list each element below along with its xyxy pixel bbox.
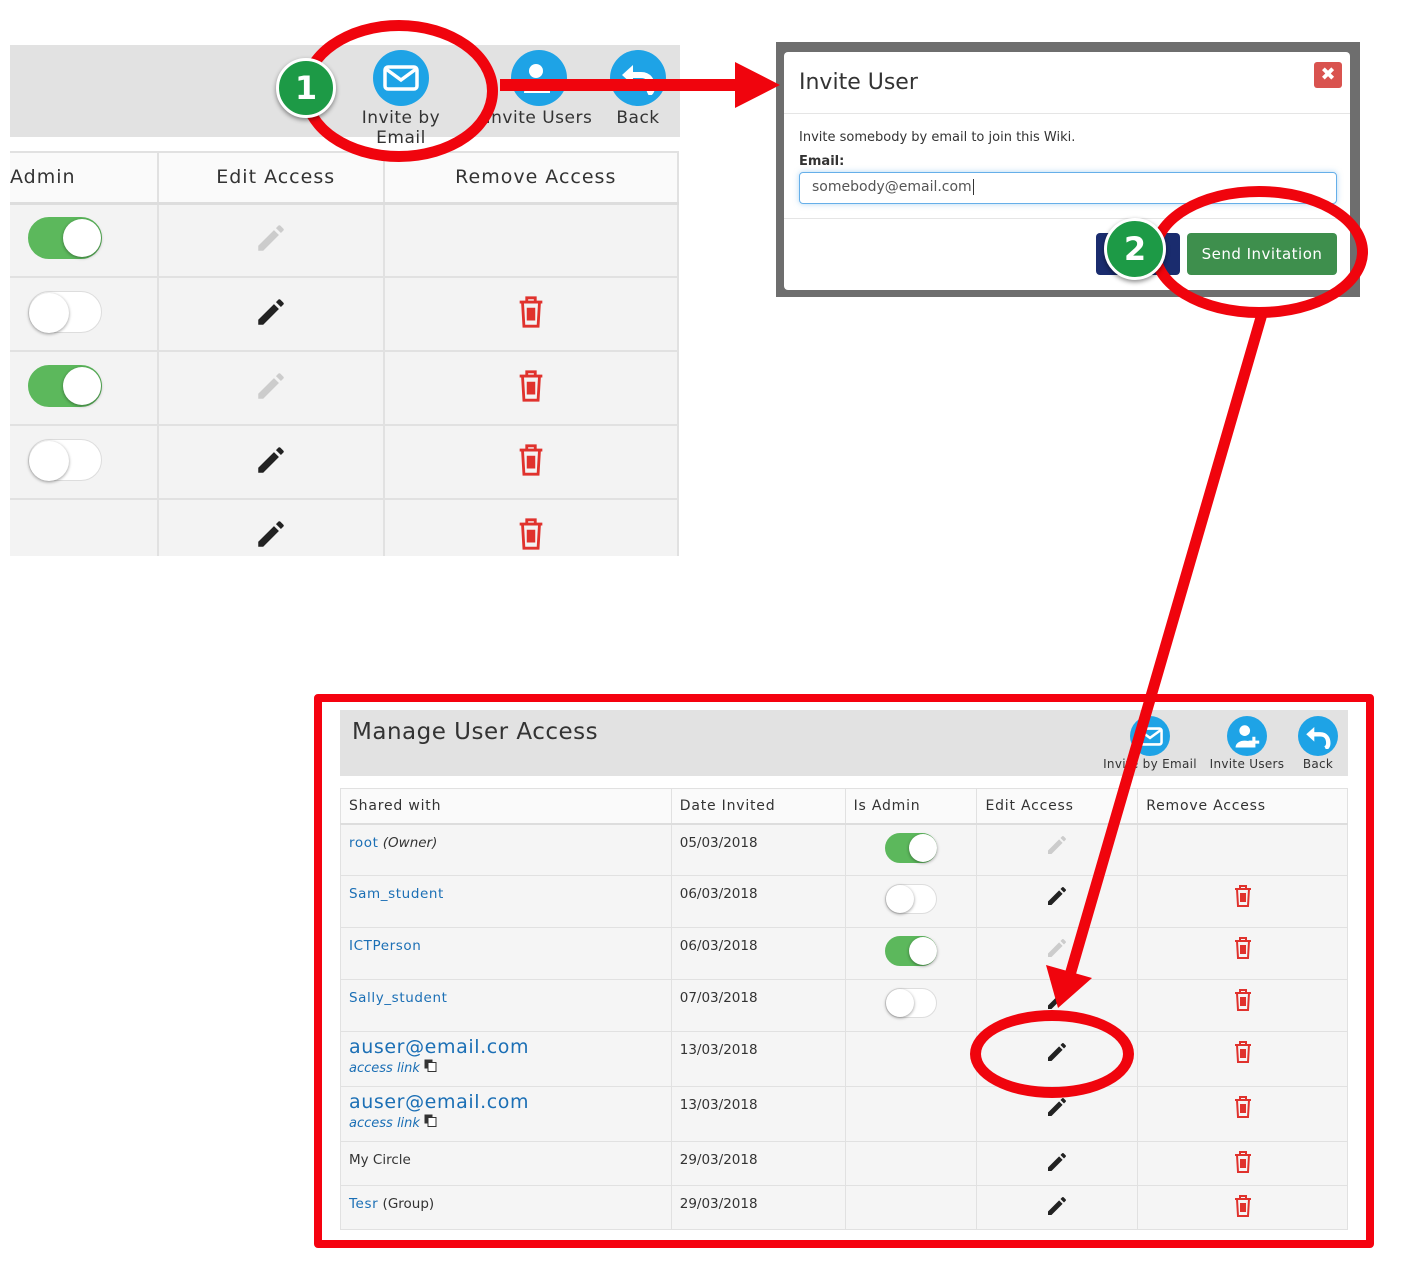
step-one-badge: 1: [276, 58, 336, 118]
arrow-to-modal: [500, 62, 780, 108]
step-two-badge: 2: [1104, 218, 1166, 280]
annotation-arrows: [500, 62, 1268, 1008]
arrow-to-result: [1046, 312, 1268, 1008]
